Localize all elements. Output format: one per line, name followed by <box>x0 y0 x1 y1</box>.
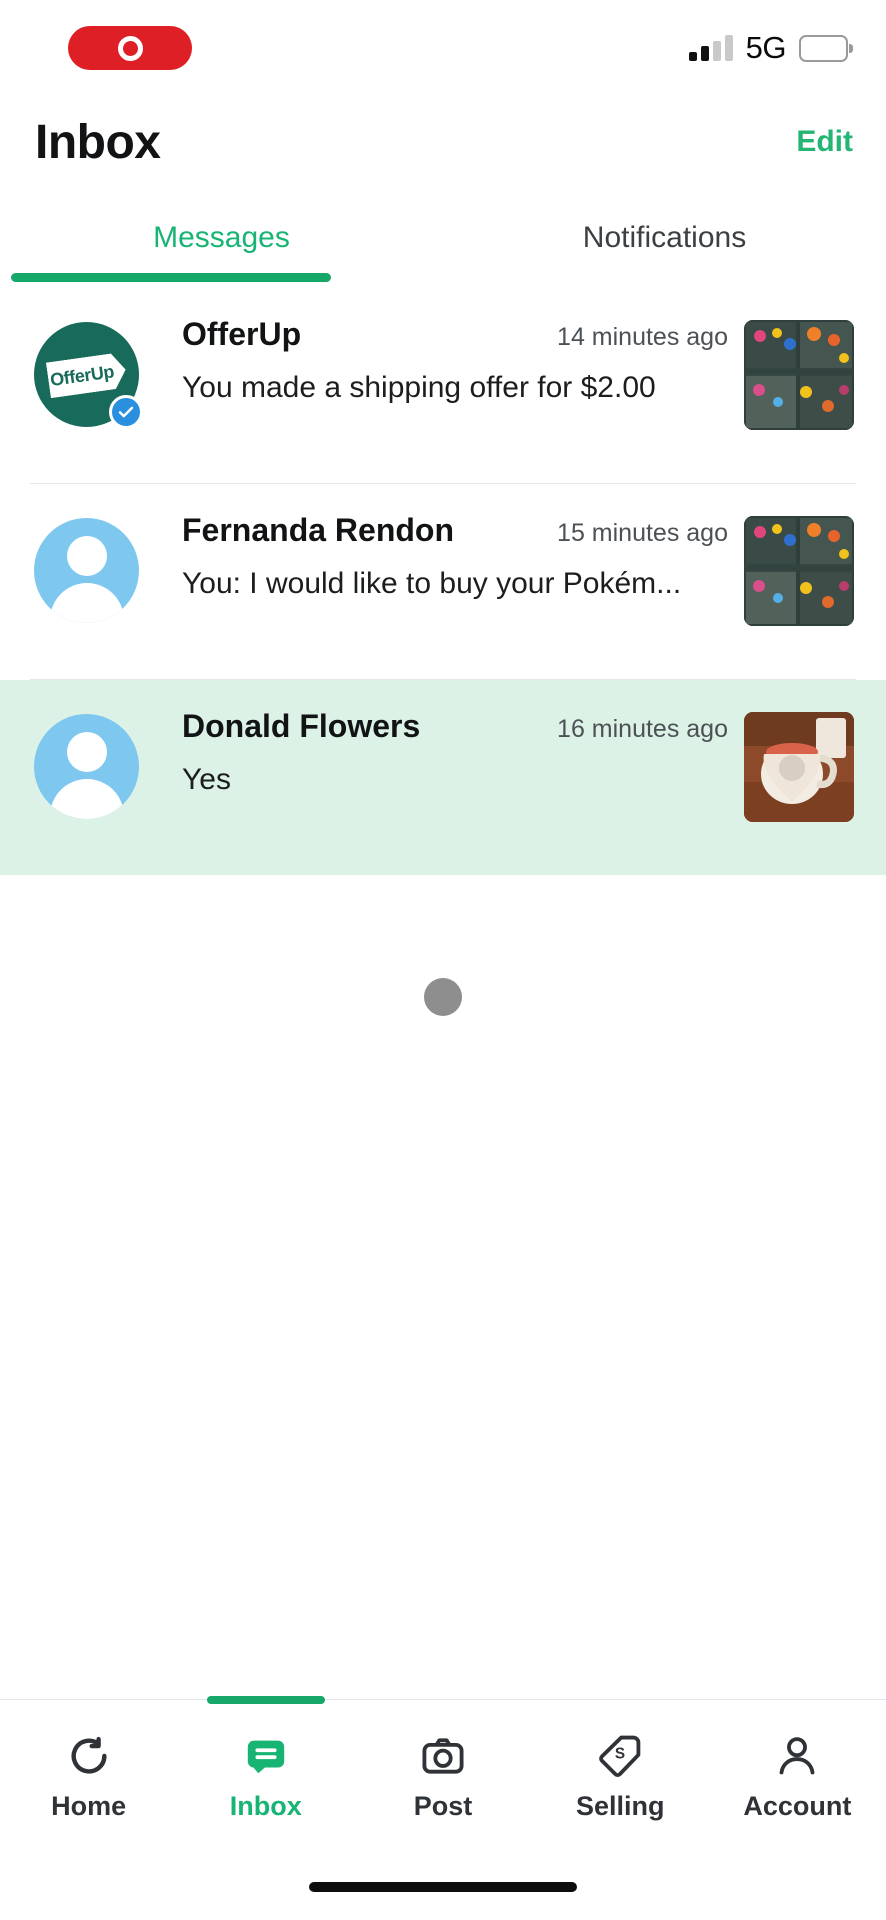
offerup-logo-text: OfferUp <box>48 360 115 390</box>
screen-recording-indicator[interactable] <box>68 26 192 70</box>
conversation-preview: You: I would like to buy your Pokém... <box>182 567 682 600</box>
price-tag-icon: S <box>599 1735 641 1777</box>
conversation-timestamp: 14 minutes ago <box>557 323 728 351</box>
tab-messages-label: Messages <box>153 221 290 254</box>
nav-item-selling[interactable]: S Selling <box>532 1700 709 1854</box>
conversation-row[interactable]: Donald Flowers 16 minutes ago Yes <box>0 680 886 875</box>
nav-item-selling-label: Selling <box>575 1790 665 1821</box>
chat-bubble-icon <box>247 1740 285 1773</box>
nav-item-post[interactable]: Post <box>354 1700 531 1854</box>
edit-button[interactable]: Edit <box>796 125 853 159</box>
avatar <box>34 714 139 819</box>
conversation-timestamp: 15 minutes ago <box>557 519 728 547</box>
nav-item-inbox-label: Inbox <box>229 1790 302 1821</box>
conversation-body: Donald Flowers 16 minutes ago Yes <box>139 708 744 797</box>
svg-text:S: S <box>615 1745 625 1762</box>
active-tab-underline <box>11 273 331 282</box>
home-indicator <box>0 1854 886 1920</box>
nav-item-home[interactable]: Home <box>0 1700 177 1854</box>
conversation-row[interactable]: Fernanda Rendon 15 minutes ago You: I wo… <box>0 484 886 679</box>
active-nav-indicator <box>206 1696 325 1704</box>
home-refresh-icon <box>71 1736 107 1774</box>
nav-item-account[interactable]: Account <box>709 1700 886 1854</box>
page-header: Inbox Edit <box>0 96 886 188</box>
conversation-header-line: Fernanda Rendon 15 minutes ago <box>182 512 728 549</box>
nav-item-account-label: Account <box>743 1790 852 1821</box>
conversation-timestamp: 16 minutes ago <box>557 715 728 743</box>
nav-item-inbox[interactable]: Inbox <box>177 1696 354 1854</box>
conversation-name: Fernanda Rendon <box>182 512 455 548</box>
page-title: Inbox <box>35 115 161 169</box>
signal-strength-icon <box>688 35 733 61</box>
app-screen: 5G Inbox Edit Messages Notifications Off… <box>0 0 886 1920</box>
default-person-avatar-icon <box>34 714 139 819</box>
conversation-name: Donald Flowers <box>182 708 421 744</box>
battery-icon <box>799 34 853 62</box>
network-type-label: 5G <box>745 30 787 65</box>
listing-thumbnail[interactable] <box>744 516 854 626</box>
verified-badge-icon <box>109 395 143 429</box>
avatar: OfferUp <box>34 322 143 429</box>
conversation-header-line: OfferUp 14 minutes ago <box>182 316 728 353</box>
conversation-preview: You made a shipping offer for $2.00 <box>182 371 656 404</box>
tab-notifications[interactable]: Notifications <box>443 188 886 288</box>
listing-thumbnail[interactable] <box>744 320 854 430</box>
camera-icon <box>422 1737 464 1774</box>
record-icon <box>117 35 143 61</box>
conversation-body: Fernanda Rendon 15 minutes ago You: I wo… <box>139 512 744 601</box>
status-bar-right: 5G <box>688 30 853 66</box>
person-icon <box>779 1736 815 1774</box>
conversation-name: OfferUp <box>182 316 302 352</box>
conversation-list[interactable]: OfferUp OfferUp 14 minutes ago You made … <box>0 288 886 1699</box>
status-bar: 5G <box>0 0 886 96</box>
nav-item-post-label: Post <box>413 1790 473 1821</box>
bottom-navigation: Home Inbox Post S Selling Account <box>0 1696 886 1854</box>
offerup-logo-icon: OfferUp <box>45 351 127 398</box>
nav-item-home-label: Home <box>51 1790 127 1821</box>
loading-indicator <box>424 978 462 1016</box>
avatar <box>34 518 139 623</box>
conversation-header-line: Donald Flowers 16 minutes ago <box>182 708 728 745</box>
default-person-avatar-icon <box>34 518 139 623</box>
inbox-tabs: Messages Notifications <box>0 188 886 288</box>
tab-notifications-label: Notifications <box>582 221 747 254</box>
conversation-body: OfferUp 14 minutes ago You made a shippi… <box>139 316 744 405</box>
conversation-row[interactable]: OfferUp OfferUp 14 minutes ago You made … <box>0 288 886 483</box>
conversation-preview: Yes <box>182 763 231 796</box>
listing-thumbnail[interactable] <box>744 712 854 822</box>
